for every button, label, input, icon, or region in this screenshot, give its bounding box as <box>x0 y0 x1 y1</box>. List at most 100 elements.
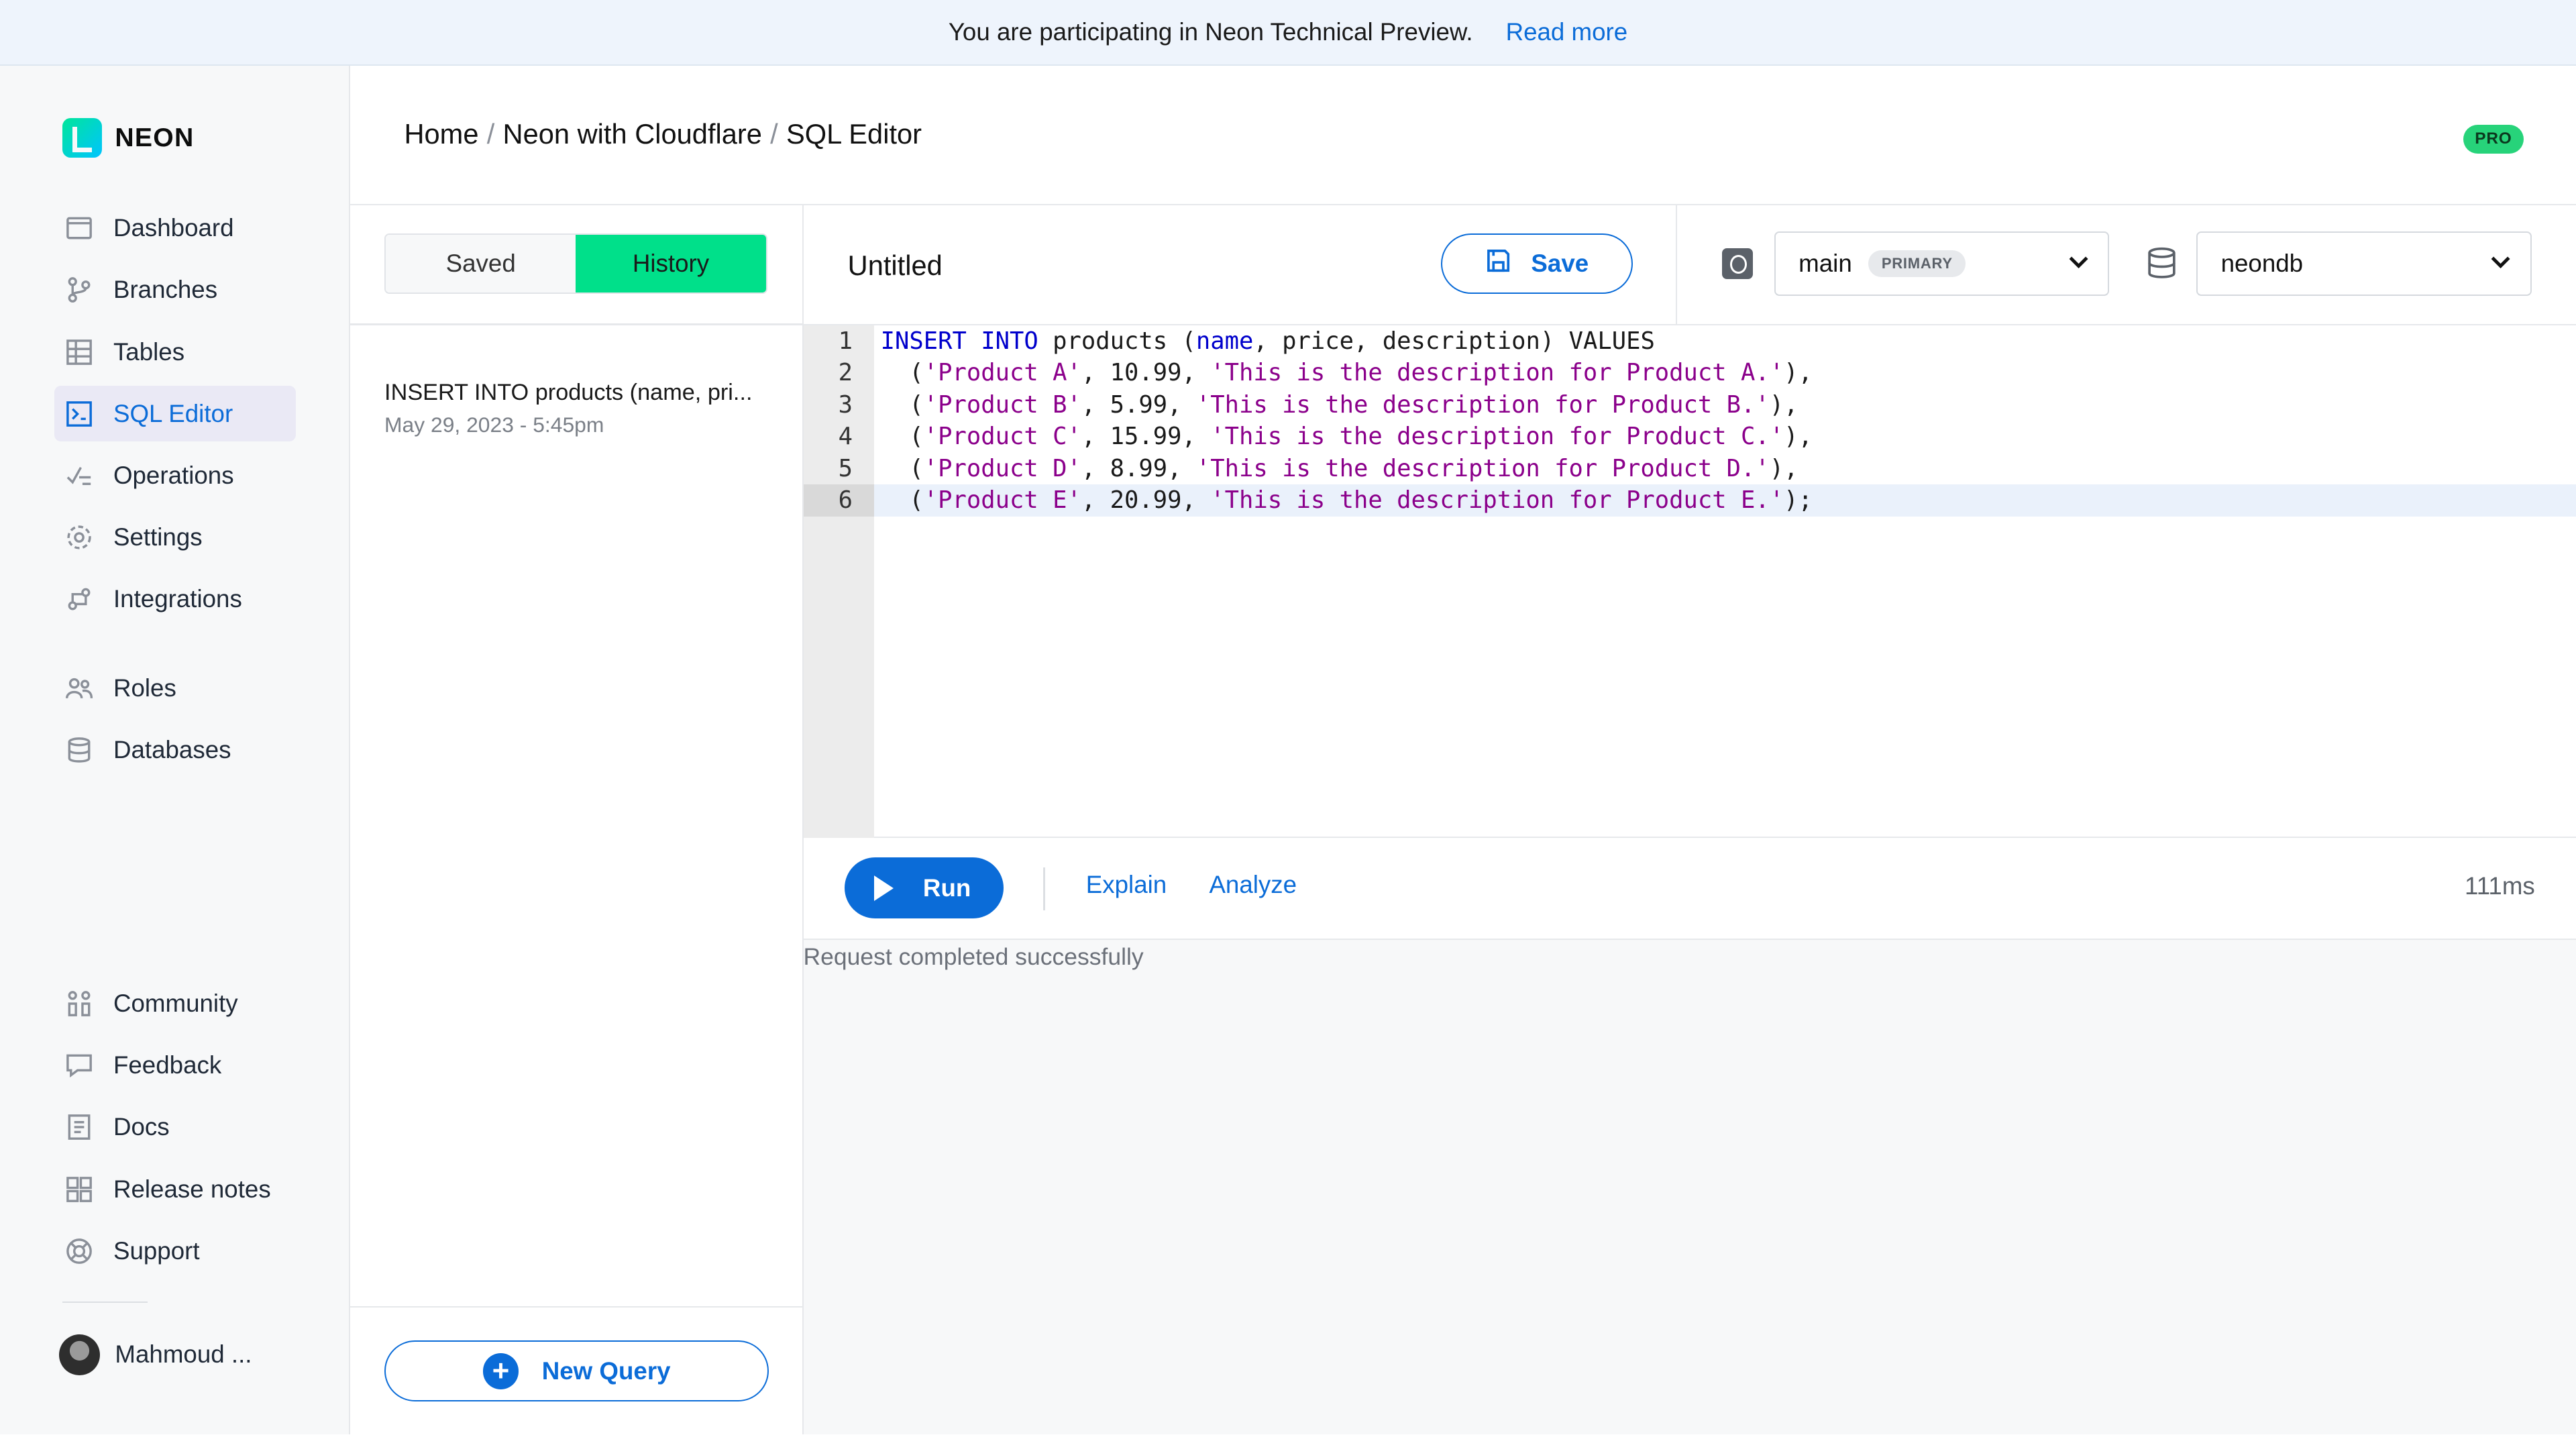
breadcrumb-page: SQL Editor <box>786 118 922 150</box>
sidebar-item-label: Tables <box>113 337 185 366</box>
divider <box>1675 205 1678 325</box>
code-line[interactable]: 2 ('Product A', 10.99, 'This is the desc… <box>804 357 2576 389</box>
branch-select[interactable]: main PRIMARY <box>1774 231 2110 296</box>
code-line[interactable]: 3 ('Product B', 5.99, 'This is the descr… <box>804 389 2576 421</box>
avatar <box>59 1334 101 1375</box>
read-more-link[interactable]: Read more <box>1506 18 1628 46</box>
sidebar-item-roles[interactable]: Roles <box>54 660 296 716</box>
history-item-date: May 29, 2023 - 5:45pm <box>384 412 604 437</box>
code-text: ('Product E', 20.99, 'This is the descri… <box>880 486 1813 515</box>
pro-badge: PRO <box>2463 125 2524 154</box>
code-line[interactable]: 5 ('Product D', 8.99, 'This is the descr… <box>804 453 2576 485</box>
new-query-button[interactable]: + New Query <box>384 1340 769 1401</box>
sidebar-item-community[interactable]: Community <box>54 976 296 1032</box>
code-text: INSERT INTO products (name, price, descr… <box>880 327 1655 355</box>
code-line[interactable]: 4 ('Product C', 15.99, 'This is the desc… <box>804 421 2576 453</box>
footer-nav: Community Feedback Docs Release notes Su… <box>54 976 296 1285</box>
user-name: Mahmoud ... <box>115 1340 252 1369</box>
sidebar-item-label: Docs <box>113 1113 170 1141</box>
sidebar-item-label: Community <box>113 990 238 1018</box>
save-button[interactable]: Save <box>1440 233 1633 295</box>
analyze-link[interactable]: Analyze <box>1209 871 1297 899</box>
operations-icon <box>64 461 94 490</box>
database-select[interactable]: neondb <box>2196 231 2532 296</box>
query-toolbar: Run Explain Analyze 111ms <box>803 837 2576 940</box>
run-button[interactable]: Run <box>844 857 1004 918</box>
branch-icon <box>1721 248 1754 280</box>
feedback-icon <box>64 1051 94 1080</box>
result-panel: Request completed successfully <box>803 939 2576 1434</box>
breadcrumb-separator: / <box>486 118 495 150</box>
community-icon <box>64 989 94 1018</box>
sidebar-item-settings[interactable]: Settings <box>54 509 296 565</box>
databases-icon <box>64 735 94 765</box>
explain-link[interactable]: Explain <box>1086 871 1167 899</box>
sidebar-item-sql-editor[interactable]: SQL Editor <box>54 386 296 442</box>
sidebar-item-support[interactable]: Support <box>54 1223 296 1279</box>
sidebar: NEON Dashboard Branches Tables SQL Edito… <box>0 65 350 1434</box>
code-text: ('Product C', 15.99, 'This is the descri… <box>880 423 1813 451</box>
saved-history-toggle: Saved History <box>384 233 767 295</box>
primary-badge: PRIMARY <box>1868 250 1966 278</box>
docs-icon <box>64 1112 94 1142</box>
sidebar-item-label: Support <box>113 1236 200 1265</box>
tables-icon <box>64 337 94 367</box>
result-message: Request completed successfully <box>803 943 1144 970</box>
line-number: 6 <box>803 484 874 517</box>
line-number: 1 <box>838 327 853 355</box>
sidebar-item-label: Dashboard <box>113 214 234 242</box>
sidebar-item-label: Branches <box>113 276 218 304</box>
sql-code-editor[interactable]: 1 INSERT INTO products (name, price, desc… <box>803 325 2576 838</box>
code-line[interactable]: 6 ('Product E', 20.99, 'This is the desc… <box>803 484 2576 517</box>
chevron-down-icon <box>2065 250 2092 276</box>
play-icon <box>873 875 894 901</box>
breadcrumb-project[interactable]: Neon with Cloudflare <box>503 118 762 150</box>
sidebar-item-label: Release notes <box>113 1175 271 1203</box>
sidebar-item-release-notes[interactable]: Release notes <box>54 1161 296 1217</box>
tab-history[interactable]: History <box>576 234 766 293</box>
sidebar-item-operations[interactable]: Operations <box>54 447 296 503</box>
brand-name: NEON <box>115 123 195 152</box>
dashboard-icon <box>64 213 94 243</box>
integrations-icon <box>64 584 94 614</box>
breadcrumb-separator: / <box>770 118 778 150</box>
code-text: ('Product D', 8.99, 'This is the descrip… <box>880 454 1799 482</box>
sidebar-item-databases[interactable]: Databases <box>54 723 296 778</box>
sidebar-item-dashboard[interactable]: Dashboard <box>54 201 296 256</box>
sidebar-item-integrations[interactable]: Integrations <box>54 571 296 627</box>
save-label: Save <box>1531 250 1589 278</box>
code-line[interactable]: 1 INSERT INTO products (name, price, desc… <box>804 325 2576 358</box>
sql-editor-icon <box>64 399 94 429</box>
branch-value: main <box>1799 250 1852 278</box>
editor-header: Untitled Save main PRIMARY neondb <box>803 205 2576 325</box>
line-number: 2 <box>838 359 853 387</box>
support-icon <box>64 1236 94 1266</box>
sidebar-item-feedback[interactable]: Feedback <box>54 1038 296 1094</box>
sidebar-item-label: Roles <box>113 674 176 702</box>
code-text: ('Product A', 10.99, 'This is the descri… <box>880 359 1813 387</box>
neon-logo-icon <box>62 118 102 158</box>
sidebar-item-label: Settings <box>113 523 203 551</box>
query-title[interactable]: Untitled <box>848 250 943 282</box>
line-number: 5 <box>838 454 853 482</box>
plus-icon: + <box>482 1352 519 1389</box>
settings-icon <box>64 523 94 552</box>
divider <box>1043 867 1045 910</box>
sidebar-item-label: Databases <box>113 736 231 764</box>
sidebar-item-label: Integrations <box>113 584 242 613</box>
breadcrumb-home[interactable]: Home <box>404 118 478 150</box>
release-notes-icon <box>64 1175 94 1204</box>
secondary-nav: Roles Databases <box>54 660 296 784</box>
sidebar-item-label: Feedback <box>113 1051 222 1079</box>
code-text: ('Product B', 5.99, 'This is the descrip… <box>880 390 1799 419</box>
sidebar-item-branches[interactable]: Branches <box>54 262 296 318</box>
history-panel: Saved History INSERT INTO products (name… <box>350 205 804 1434</box>
preview-banner: You are participating in Neon Technical … <box>0 0 2576 66</box>
sidebar-item-label: Operations <box>113 461 234 489</box>
history-item[interactable]: INSERT INTO products (name, pri... May 2… <box>384 380 772 437</box>
sidebar-item-docs[interactable]: Docs <box>54 1100 296 1155</box>
user-menu[interactable]: Mahmoud ... <box>59 1334 252 1375</box>
sidebar-item-tables[interactable]: Tables <box>54 324 296 380</box>
tab-saved[interactable]: Saved <box>386 234 576 293</box>
neon-logo[interactable]: NEON <box>62 118 194 158</box>
